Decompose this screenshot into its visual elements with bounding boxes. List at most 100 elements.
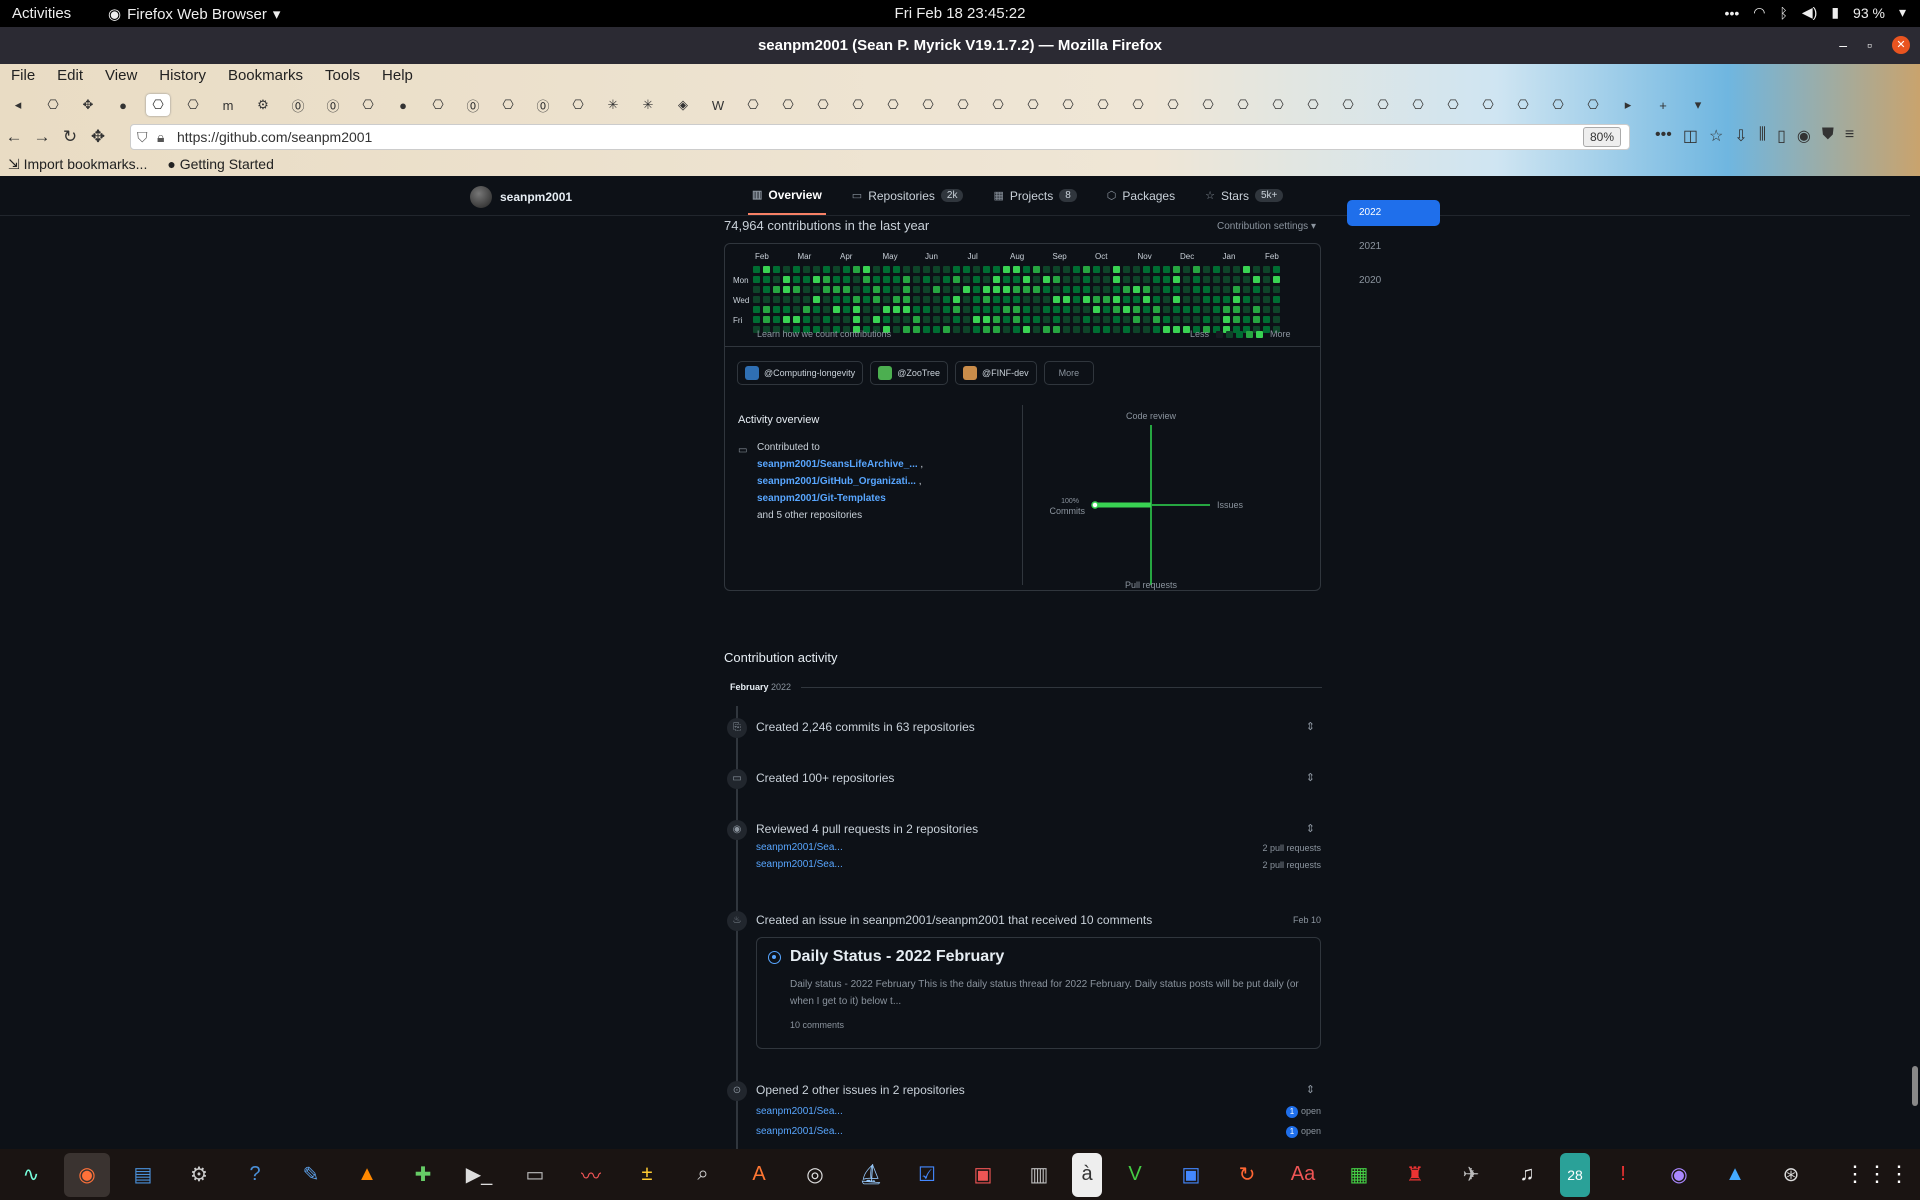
- contribution-day[interactable]: [933, 276, 940, 283]
- contribution-day[interactable]: [1223, 286, 1230, 293]
- contribution-day[interactable]: [1133, 326, 1140, 333]
- contribution-day[interactable]: [1023, 316, 1030, 323]
- tab-favicon[interactable]: ⎔: [1266, 94, 1290, 116]
- contribution-day[interactable]: [1183, 286, 1190, 293]
- contribution-day[interactable]: [933, 266, 940, 273]
- contribution-day[interactable]: [1223, 306, 1230, 313]
- tab-favicon[interactable]: ⎔: [1056, 94, 1080, 116]
- contribution-day[interactable]: [1003, 266, 1010, 273]
- contribution-day[interactable]: [793, 266, 800, 273]
- contribution-day[interactable]: [1113, 276, 1120, 283]
- contribution-day[interactable]: [913, 306, 920, 313]
- bookmark-getting-started[interactable]: ● Getting Started: [167, 156, 274, 172]
- contribution-day[interactable]: [983, 276, 990, 283]
- contribution-day[interactable]: [923, 326, 930, 333]
- settings-icon[interactable]: ⚙: [176, 1153, 222, 1197]
- system-tray[interactable]: ••• ◠ ᛒ ◀) ▮ 93 % ▾: [1725, 4, 1906, 21]
- repo-link[interactable]: seanpm2001/Sea...: [756, 1106, 843, 1117]
- contribution-day[interactable]: [1243, 276, 1250, 283]
- contribution-day[interactable]: [883, 286, 890, 293]
- org-chip[interactable]: @FINF-dev: [955, 361, 1037, 385]
- tab-favicon[interactable]: ⎔: [356, 94, 380, 116]
- contribution-day[interactable]: [983, 326, 990, 333]
- contribution-day[interactable]: [1193, 266, 1200, 273]
- contribution-day[interactable]: [1263, 306, 1270, 313]
- contribution-day[interactable]: [953, 316, 960, 323]
- contribution-day[interactable]: [1043, 296, 1050, 303]
- contribution-day[interactable]: [863, 276, 870, 283]
- timeline-item-text[interactable]: Created 100+ repositories: [756, 771, 894, 785]
- profile-user[interactable]: seanpm2001: [470, 186, 572, 208]
- tab-repositories[interactable]: ▭ Repositories 2k: [848, 176, 968, 215]
- contribution-day[interactable]: [1163, 286, 1170, 293]
- contribution-day[interactable]: [833, 286, 840, 293]
- tab-favicon[interactable]: ⚙: [251, 94, 275, 116]
- contribution-day[interactable]: [983, 266, 990, 273]
- contribution-day[interactable]: [1113, 296, 1120, 303]
- tab-favicon[interactable]: ⎔: [1161, 94, 1185, 116]
- contribution-day[interactable]: [1153, 326, 1160, 333]
- contribution-day[interactable]: [753, 316, 760, 323]
- contribution-day[interactable]: [1193, 286, 1200, 293]
- contribution-day[interactable]: [1243, 316, 1250, 323]
- contribution-day[interactable]: [873, 296, 880, 303]
- contribution-day[interactable]: [1143, 316, 1150, 323]
- contribution-day[interactable]: [1073, 266, 1080, 273]
- contribution-day[interactable]: [943, 296, 950, 303]
- contribution-day[interactable]: [1193, 316, 1200, 323]
- sidebar-icon[interactable]: ▯: [1777, 126, 1786, 146]
- contribution-day[interactable]: [1053, 316, 1060, 323]
- contribution-day[interactable]: [1033, 276, 1040, 283]
- software-updater-icon[interactable]: ⊛: [1768, 1153, 1814, 1197]
- contribution-day[interactable]: [1223, 266, 1230, 273]
- contribution-day[interactable]: [783, 306, 790, 313]
- contribution-day[interactable]: [963, 326, 970, 333]
- contribution-day[interactable]: [1203, 316, 1210, 323]
- issue-title[interactable]: Daily Status - 2022 February: [790, 948, 1004, 966]
- contribution-day[interactable]: [803, 296, 810, 303]
- contribution-day[interactable]: [803, 276, 810, 283]
- contribution-day[interactable]: [1013, 266, 1020, 273]
- contribution-day[interactable]: [1163, 296, 1170, 303]
- contribution-day[interactable]: [783, 286, 790, 293]
- contribution-day[interactable]: [903, 316, 910, 323]
- contribution-day[interactable]: [1073, 276, 1080, 283]
- forward-icon[interactable]: →: [28, 127, 56, 147]
- repo-link[interactable]: seanpm2001/GitHub_Organizati...: [757, 476, 916, 487]
- contribution-day[interactable]: [1173, 276, 1180, 283]
- contribution-day[interactable]: [803, 286, 810, 293]
- contribution-day[interactable]: [883, 296, 890, 303]
- tab-favicon[interactable]: ⎔: [1196, 94, 1220, 116]
- contribution-day[interactable]: [913, 316, 920, 323]
- tab-favicon[interactable]: ⎔: [1021, 94, 1045, 116]
- contribution-day[interactable]: [883, 266, 890, 273]
- contribution-day[interactable]: [1233, 286, 1240, 293]
- contribution-day[interactable]: [1123, 286, 1130, 293]
- contribution-day[interactable]: [903, 296, 910, 303]
- show-applications-icon[interactable]: ⋮⋮⋮: [1844, 1161, 1910, 1187]
- contribution-day[interactable]: [833, 276, 840, 283]
- contribution-day[interactable]: [1213, 286, 1220, 293]
- contribution-day[interactable]: [793, 316, 800, 323]
- tab-favicon[interactable]: ⎔: [1476, 94, 1500, 116]
- contribution-day[interactable]: [843, 316, 850, 323]
- contribution-day[interactable]: [1023, 306, 1030, 313]
- lock-icon[interactable]: 🔒︎: [157, 125, 164, 149]
- contribution-day[interactable]: [1183, 296, 1190, 303]
- contribution-day[interactable]: [1093, 316, 1100, 323]
- contribution-day[interactable]: [1173, 326, 1180, 333]
- contribution-day[interactable]: [1113, 286, 1120, 293]
- tab-favicon[interactable]: m: [216, 94, 240, 116]
- contribution-day[interactable]: [763, 286, 770, 293]
- contribution-day[interactable]: [953, 276, 960, 283]
- url-text[interactable]: https://github.com/seanpm2001: [177, 129, 372, 145]
- org-chip[interactable]: @ZooTree: [870, 361, 949, 385]
- repo-link[interactable]: seanpm2001/Sea...: [756, 842, 843, 853]
- contribution-day[interactable]: [1223, 276, 1230, 283]
- contribution-day[interactable]: [803, 266, 810, 273]
- contribution-day[interactable]: [1123, 266, 1130, 273]
- contribution-day[interactable]: [1193, 306, 1200, 313]
- contribution-day[interactable]: [823, 266, 830, 273]
- scroll-tabs-right-icon[interactable]: ▸: [1616, 94, 1640, 116]
- contribution-day[interactable]: [753, 296, 760, 303]
